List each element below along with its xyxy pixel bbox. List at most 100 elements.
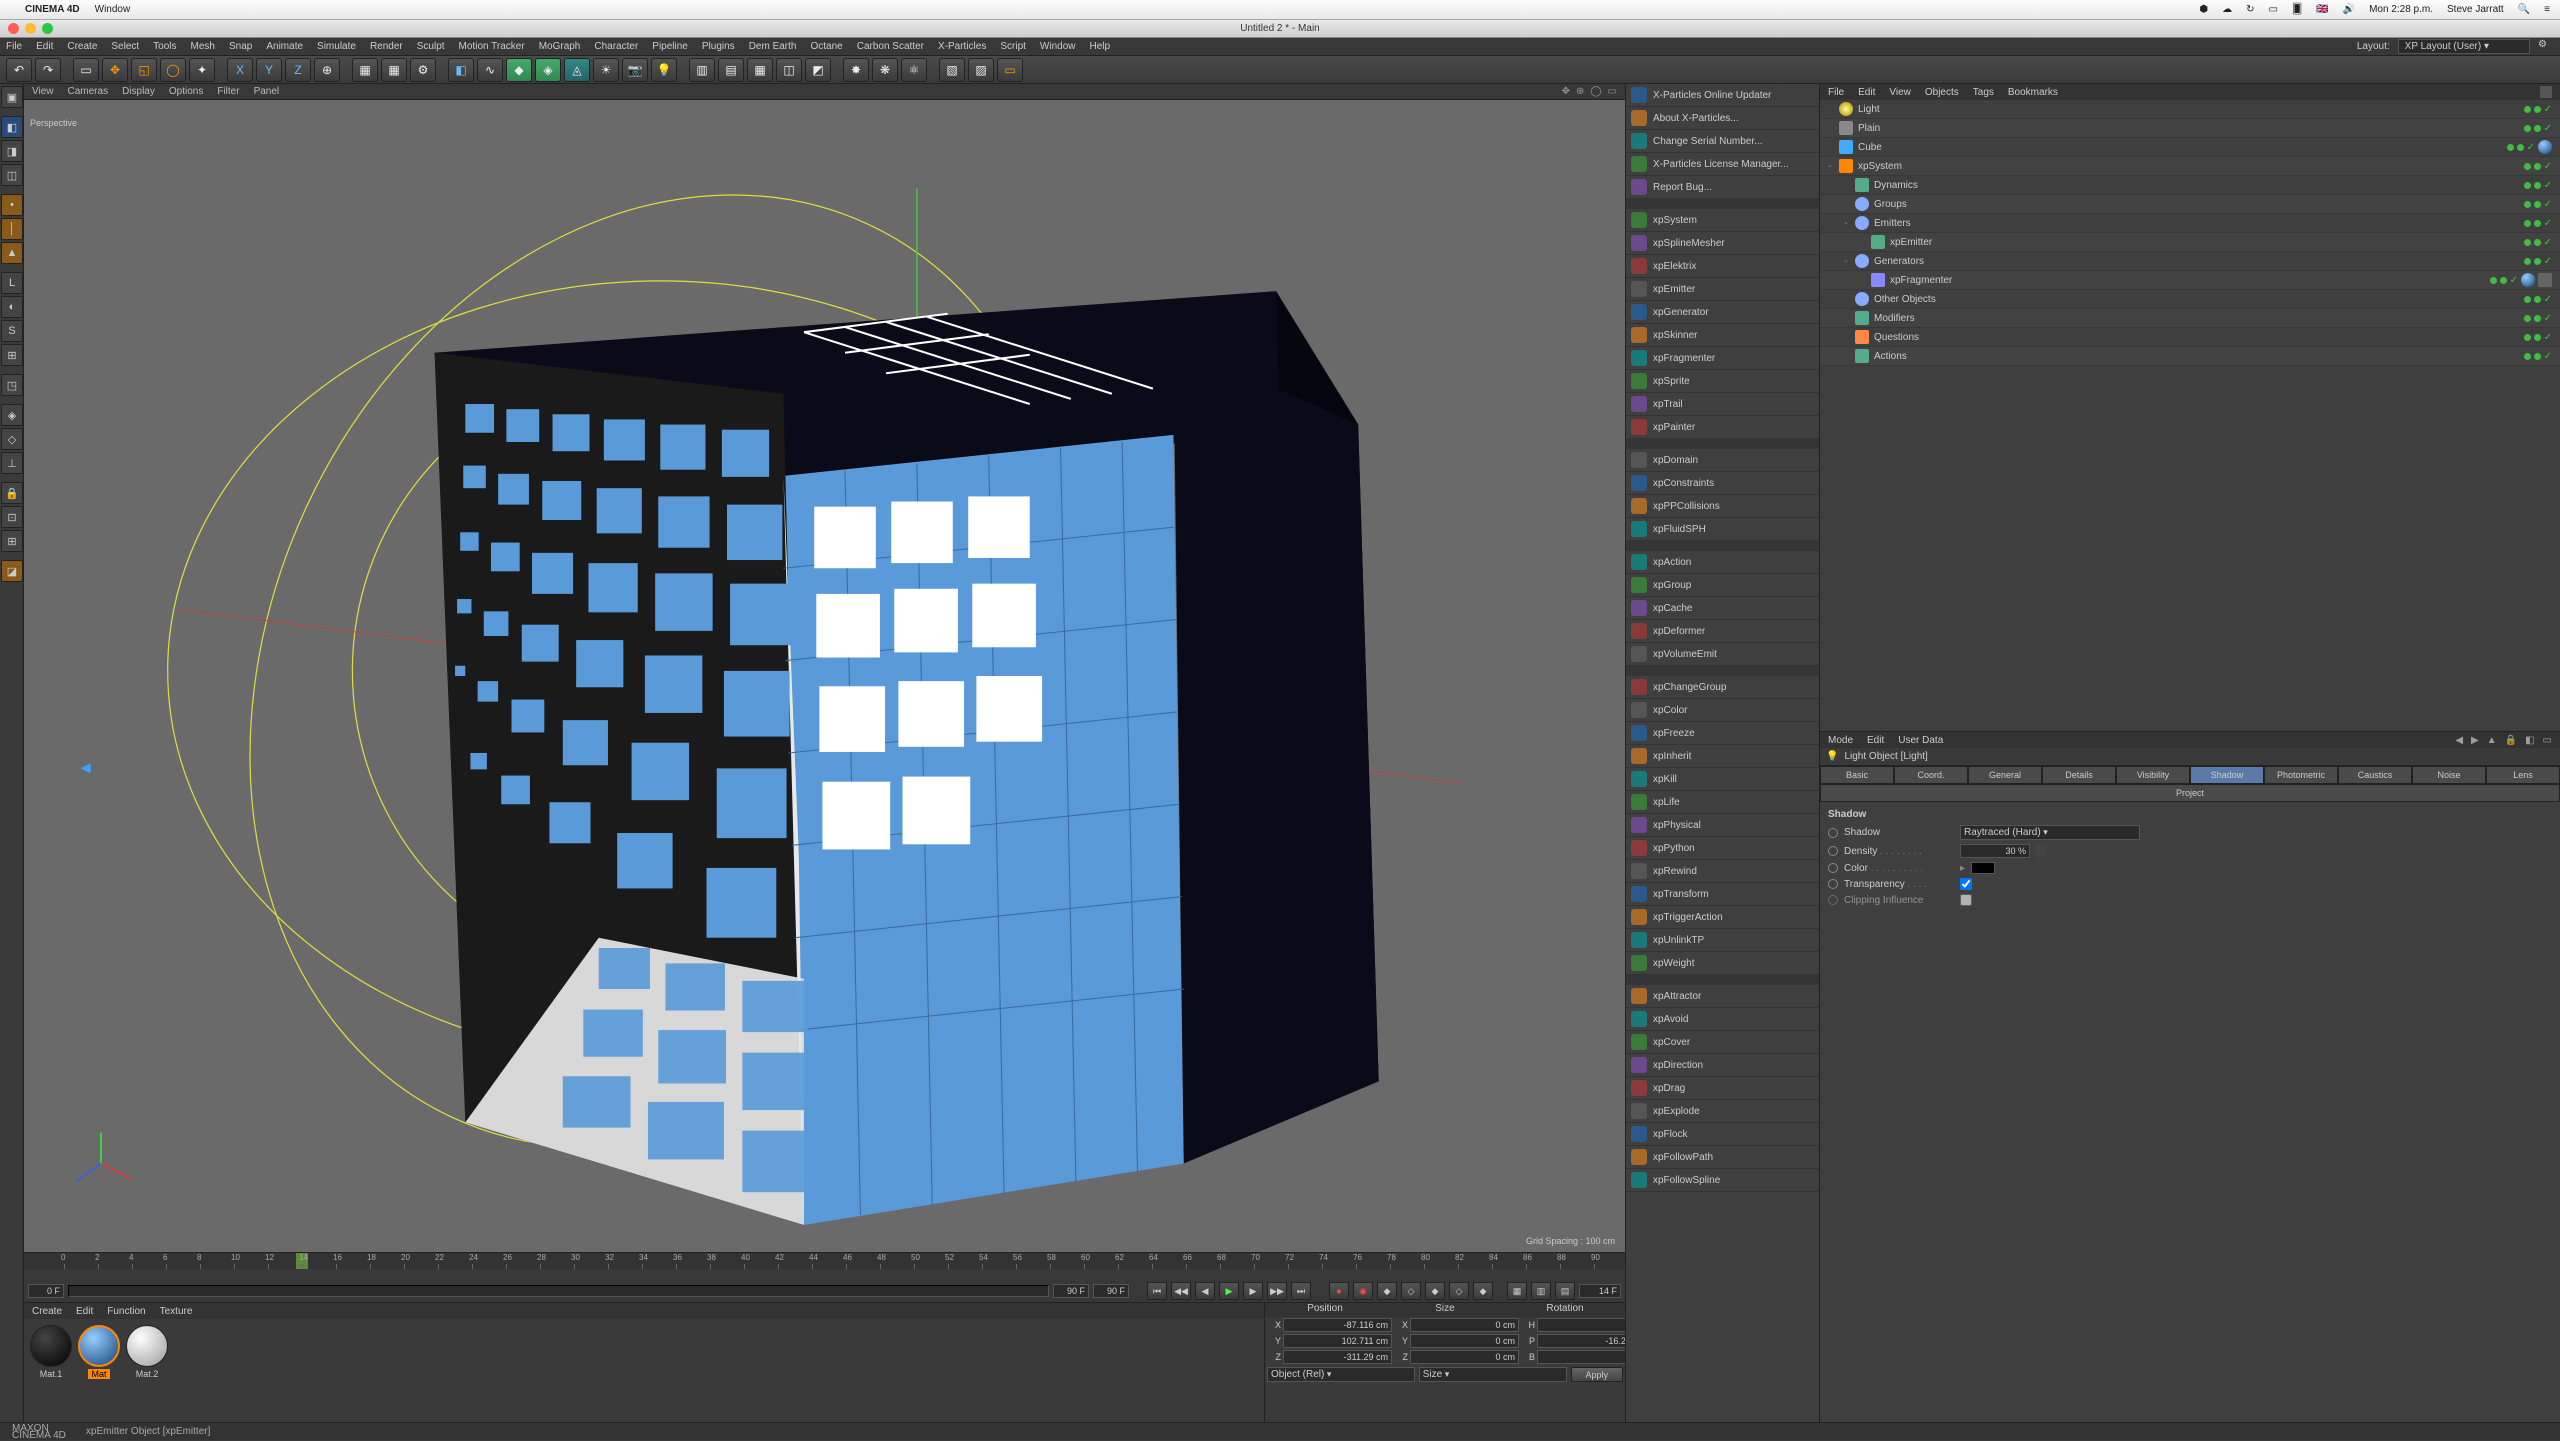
vp-options[interactable]: Options (169, 86, 203, 97)
visibility-render-dot[interactable] (2534, 125, 2541, 132)
battery-icon[interactable]: 🂠 (2292, 4, 2302, 15)
enable-checkmark[interactable]: ✓ (2544, 351, 2552, 362)
xp-xpgroup[interactable]: xpGroup (1626, 574, 1819, 597)
xp-xpgenerator[interactable]: xpGenerator (1626, 301, 1819, 324)
select-tool[interactable]: ▭ (73, 58, 99, 82)
visibility-editor-dot[interactable] (2524, 296, 2531, 303)
visibility-editor-dot[interactable] (2524, 201, 2531, 208)
shadow-transparency-checkbox[interactable] (1960, 878, 1972, 890)
tl-opt-2[interactable]: ▥ (1531, 1282, 1551, 1300)
menu-help[interactable]: Help (1090, 41, 1111, 52)
point-mode-button[interactable]: • (1, 194, 23, 216)
obj-menu-tags[interactable]: Tags (1973, 87, 1994, 98)
object-row-light[interactable]: Light✓ (1820, 100, 2560, 119)
param-anim-ring[interactable] (1828, 846, 1838, 856)
coord-size-input[interactable] (1410, 1334, 1519, 1348)
tree-toggle[interactable]: - (1824, 161, 1836, 172)
misc-tool-1[interactable]: ▧ (939, 58, 965, 82)
workplane-xy-button[interactable]: ◳ (1, 374, 23, 396)
prev-key-button[interactable]: ◀◀ (1171, 1282, 1191, 1300)
visibility-editor-dot[interactable] (2524, 182, 2531, 189)
tl-opt-1[interactable]: ▦ (1507, 1282, 1527, 1300)
object-row-xpemitter[interactable]: xpEmitter✓ (1820, 233, 2560, 252)
timeline-end-input[interactable] (1053, 1284, 1089, 1298)
autokey-button[interactable]: ◉ (1353, 1282, 1373, 1300)
vp-nav-icon-3[interactable]: ◯ (1590, 86, 1601, 97)
axis-mode-button[interactable]: L (1, 272, 23, 294)
material-tag-icon[interactable] (2538, 140, 2552, 154)
xp-tool-2[interactable]: ❋ (872, 58, 898, 82)
mograph-tool-2[interactable]: ▤ (718, 58, 744, 82)
enable-checkmark[interactable]: ✓ (2544, 104, 2552, 115)
menu-animate[interactable]: Animate (266, 41, 303, 52)
snap-enable-button[interactable]: S (1, 320, 23, 342)
normal-button[interactable]: ⊥ (1, 452, 23, 474)
attr-lock-icon[interactable]: 🔒 (2505, 735, 2517, 746)
xp-xpelektrix[interactable]: xpElektrix (1626, 255, 1819, 278)
material-item-0[interactable]: Mat.1 (30, 1325, 72, 1379)
key-rot-button[interactable]: ◆ (1425, 1282, 1445, 1300)
key-pla-button[interactable]: ◆ (1473, 1282, 1493, 1300)
xp-xpdrag[interactable]: xpDrag (1626, 1077, 1819, 1100)
mograph-tool-1[interactable]: ▥ (689, 58, 715, 82)
object-row-xpfragmenter[interactable]: xpFragmenter✓ (1820, 271, 2560, 290)
generator-button[interactable]: ◈ (535, 58, 561, 82)
xp-xpcache[interactable]: xpCache (1626, 597, 1819, 620)
xp-tool-1[interactable]: ✸ (843, 58, 869, 82)
xp-reportbug[interactable]: Report Bug... (1626, 176, 1819, 199)
xp-xprewind[interactable]: xpRewind (1626, 860, 1819, 883)
attr-tab-general[interactable]: General (1968, 766, 2042, 784)
xp-xpconstraints[interactable]: xpConstraints (1626, 472, 1819, 495)
coord-pos-input[interactable] (1283, 1350, 1392, 1364)
object-row-groups[interactable]: Groups✓ (1820, 195, 2560, 214)
clock-text[interactable]: Mon 2:28 p.m. (2369, 4, 2433, 15)
y-axis-button[interactable]: Y (256, 58, 282, 82)
enable-checkmark[interactable]: ✓ (2544, 199, 2552, 210)
attr-menu-edit[interactable]: Edit (1867, 735, 1884, 746)
content-browser-button[interactable]: ▭ (997, 58, 1023, 82)
misc-button[interactable]: ◪ (1, 560, 23, 582)
coord-pos-input[interactable] (1283, 1318, 1392, 1332)
visibility-render-dot[interactable] (2534, 353, 2541, 360)
lock-button[interactable]: 🔒 (1, 482, 23, 504)
visibility-editor-dot[interactable] (2524, 315, 2531, 322)
shadow-clip-checkbox[interactable] (1960, 894, 1972, 906)
param-anim-ring[interactable] (1828, 895, 1838, 905)
xp-xpchangegroup[interactable]: xpChangeGroup (1626, 676, 1819, 699)
viewport-solo-button[interactable]: ◐ (1, 296, 23, 318)
timeline-ruler[interactable]: 0246810121416182022242628303234363840424… (24, 1253, 1625, 1269)
xp-xpflock[interactable]: xpFlock (1626, 1123, 1819, 1146)
visibility-editor-dot[interactable] (2524, 258, 2531, 265)
texture-mode-button[interactable]: ◨ (1, 140, 23, 162)
key-param-button[interactable]: ◇ (1449, 1282, 1469, 1300)
play-button[interactable]: ▶ (1219, 1282, 1239, 1300)
scale-tool[interactable]: ◱ (131, 58, 157, 82)
attr-tab-noise[interactable]: Noise (2412, 766, 2486, 784)
timeline-end-input-2[interactable] (1093, 1284, 1129, 1298)
param-anim-ring[interactable] (1828, 828, 1838, 838)
xp-xpavoid[interactable]: xpAvoid (1626, 1008, 1819, 1031)
workplane-button[interactable]: ◫ (1, 164, 23, 186)
xp-xparticlesonlineupdater[interactable]: X-Particles Online Updater (1626, 84, 1819, 107)
menu-tools[interactable]: Tools (153, 41, 176, 52)
object-row-xpsystem[interactable]: -xpSystem✓ (1820, 157, 2560, 176)
obj-menu-view[interactable]: View (1889, 87, 1911, 98)
model-mode-button[interactable]: ◧ (1, 116, 23, 138)
enable-checkmark[interactable]: ✓ (2544, 161, 2552, 172)
object-row-questions[interactable]: Questions✓ (1820, 328, 2560, 347)
misc-tool-2[interactable]: ▨ (968, 58, 994, 82)
visibility-editor-dot[interactable] (2524, 106, 2531, 113)
vp-panel[interactable]: Panel (254, 86, 280, 97)
zoom-window-button[interactable] (42, 23, 53, 34)
param-anim-ring[interactable] (1828, 863, 1838, 873)
visibility-editor-dot[interactable] (2507, 144, 2514, 151)
visibility-render-dot[interactable] (2534, 182, 2541, 189)
attr-tab-lens[interactable]: Lens (2486, 766, 2560, 784)
attr-nav-back-icon[interactable]: ◀ (2455, 735, 2463, 746)
key-scale-button[interactable]: ◇ (1401, 1282, 1421, 1300)
object-row-modifiers[interactable]: Modifiers✓ (1820, 309, 2560, 328)
visibility-editor-dot[interactable] (2524, 125, 2531, 132)
mograph-tool-4[interactable]: ◫ (776, 58, 802, 82)
xp-xpcolor[interactable]: xpColor (1626, 699, 1819, 722)
obj-menu-file[interactable]: File (1828, 87, 1844, 98)
